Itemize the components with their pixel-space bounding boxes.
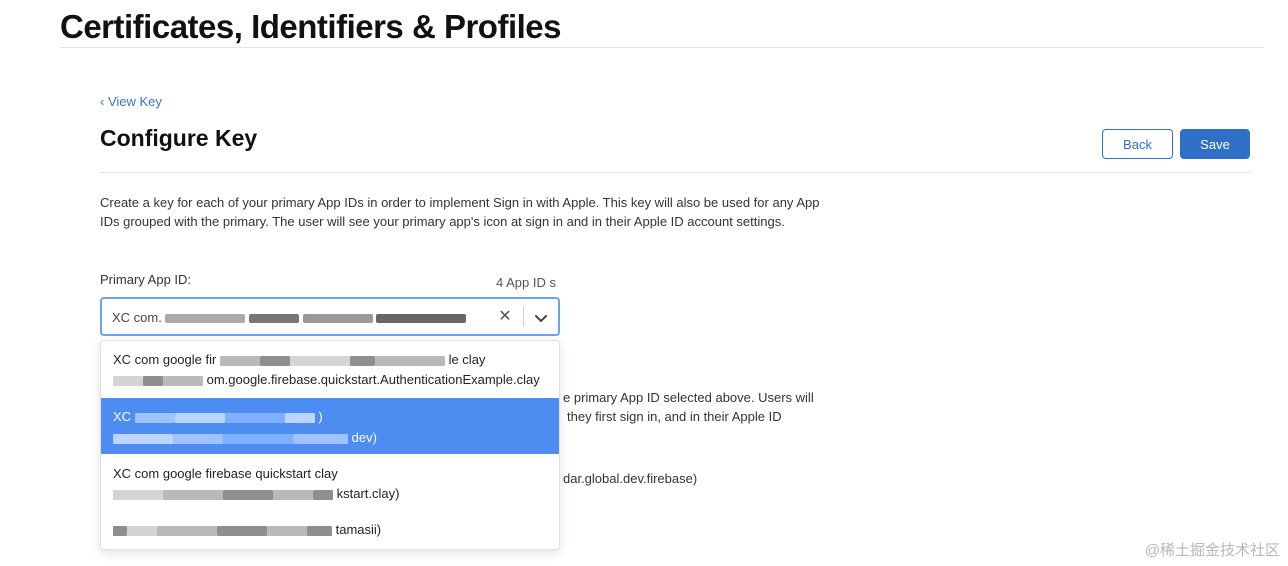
redacted-block: [313, 489, 333, 500]
redacted-block: [223, 489, 273, 500]
close-icon[interactable]: ✕: [494, 306, 516, 328]
redacted-block: [376, 314, 467, 324]
configure-key-title: Configure Key: [100, 125, 258, 151]
redacted-block: [113, 525, 127, 536]
option-text: tamasii): [335, 522, 382, 537]
app-id-option[interactable]: tamasii): [101, 512, 559, 549]
redacted-block: [163, 375, 203, 386]
redacted-block: [113, 489, 163, 500]
option-text: ): [318, 409, 323, 424]
app-id-dropdown-menu: XC com google fir le clay om.google.fire…: [100, 340, 560, 550]
redacted-block: [249, 314, 300, 324]
app-id-option[interactable]: XC com google fir le clay om.google.fire…: [101, 341, 559, 397]
redacted-block: [284, 412, 315, 423]
redacted-block: [259, 355, 290, 366]
option-text: om.google.firebase.quickstart.Authentica…: [206, 372, 540, 387]
primary-app-id-label: Primary App ID:: [100, 272, 192, 287]
redacted-block: [293, 433, 348, 444]
redacted-block: [113, 375, 143, 386]
content-divider: [100, 172, 1251, 173]
redacted-block: [134, 412, 175, 423]
redacted-block: [349, 355, 375, 366]
redacted-block: [273, 489, 313, 500]
redacted-block: [302, 314, 373, 324]
save-button[interactable]: Save: [1180, 129, 1250, 159]
option-text: dev): [351, 430, 377, 445]
redacted-block: [143, 375, 163, 386]
redacted-block: [374, 355, 445, 366]
header-divider: [60, 47, 1264, 48]
redacted-block: [127, 525, 157, 536]
redacted-block: [113, 433, 173, 444]
redacted-block: [219, 355, 260, 366]
app-id-count: 4 App ID s: [496, 275, 556, 290]
redacted-block: [217, 525, 267, 536]
app-id-option[interactable]: XC com google firebase quickstart clay k…: [101, 455, 559, 511]
option-text: XC com google fir: [113, 352, 217, 367]
select-separator: [523, 307, 524, 327]
option-text: le clay: [448, 352, 486, 367]
chevron-down-icon[interactable]: [530, 307, 552, 329]
hidden-text-line-b: they first sign in, and in their Apple I…: [567, 409, 782, 424]
hidden-text-line-c: dar.global.dev.firebase): [563, 471, 698, 486]
redacted-block: [157, 525, 217, 536]
back-button[interactable]: Back: [1102, 129, 1173, 159]
selected-app-id-value: XC com.: [112, 310, 467, 325]
view-key-back-link[interactable]: ‹ View Key: [100, 94, 162, 109]
redacted-block: [163, 489, 223, 500]
option-text: kstart.clay): [336, 486, 400, 501]
option-text: XC: [113, 409, 132, 424]
redacted-block: [267, 525, 307, 536]
watermark-text: @稀土掘金技术社区: [1144, 542, 1280, 559]
app-id-option-selected[interactable]: XC ) dev): [101, 398, 559, 454]
redacted-block: [307, 525, 332, 536]
primary-app-id-select[interactable]: XC com. ✕: [100, 297, 560, 336]
redacted-block: [165, 314, 246, 324]
redacted-block: [173, 433, 223, 444]
redacted-block: [174, 412, 225, 423]
redacted-block: [289, 355, 350, 366]
page-header-title: Certificates, Identifiers & Profiles: [60, 8, 562, 45]
hidden-text-line-a: e primary App ID selected above. Users w…: [563, 390, 814, 405]
key-description: Create a key for each of your primary Ap…: [100, 195, 820, 229]
redacted-block: [223, 433, 293, 444]
redacted-block: [224, 412, 285, 423]
selected-value-prefix: XC com.: [112, 310, 162, 325]
option-text: XC com google firebase quickstart clay: [113, 466, 338, 481]
